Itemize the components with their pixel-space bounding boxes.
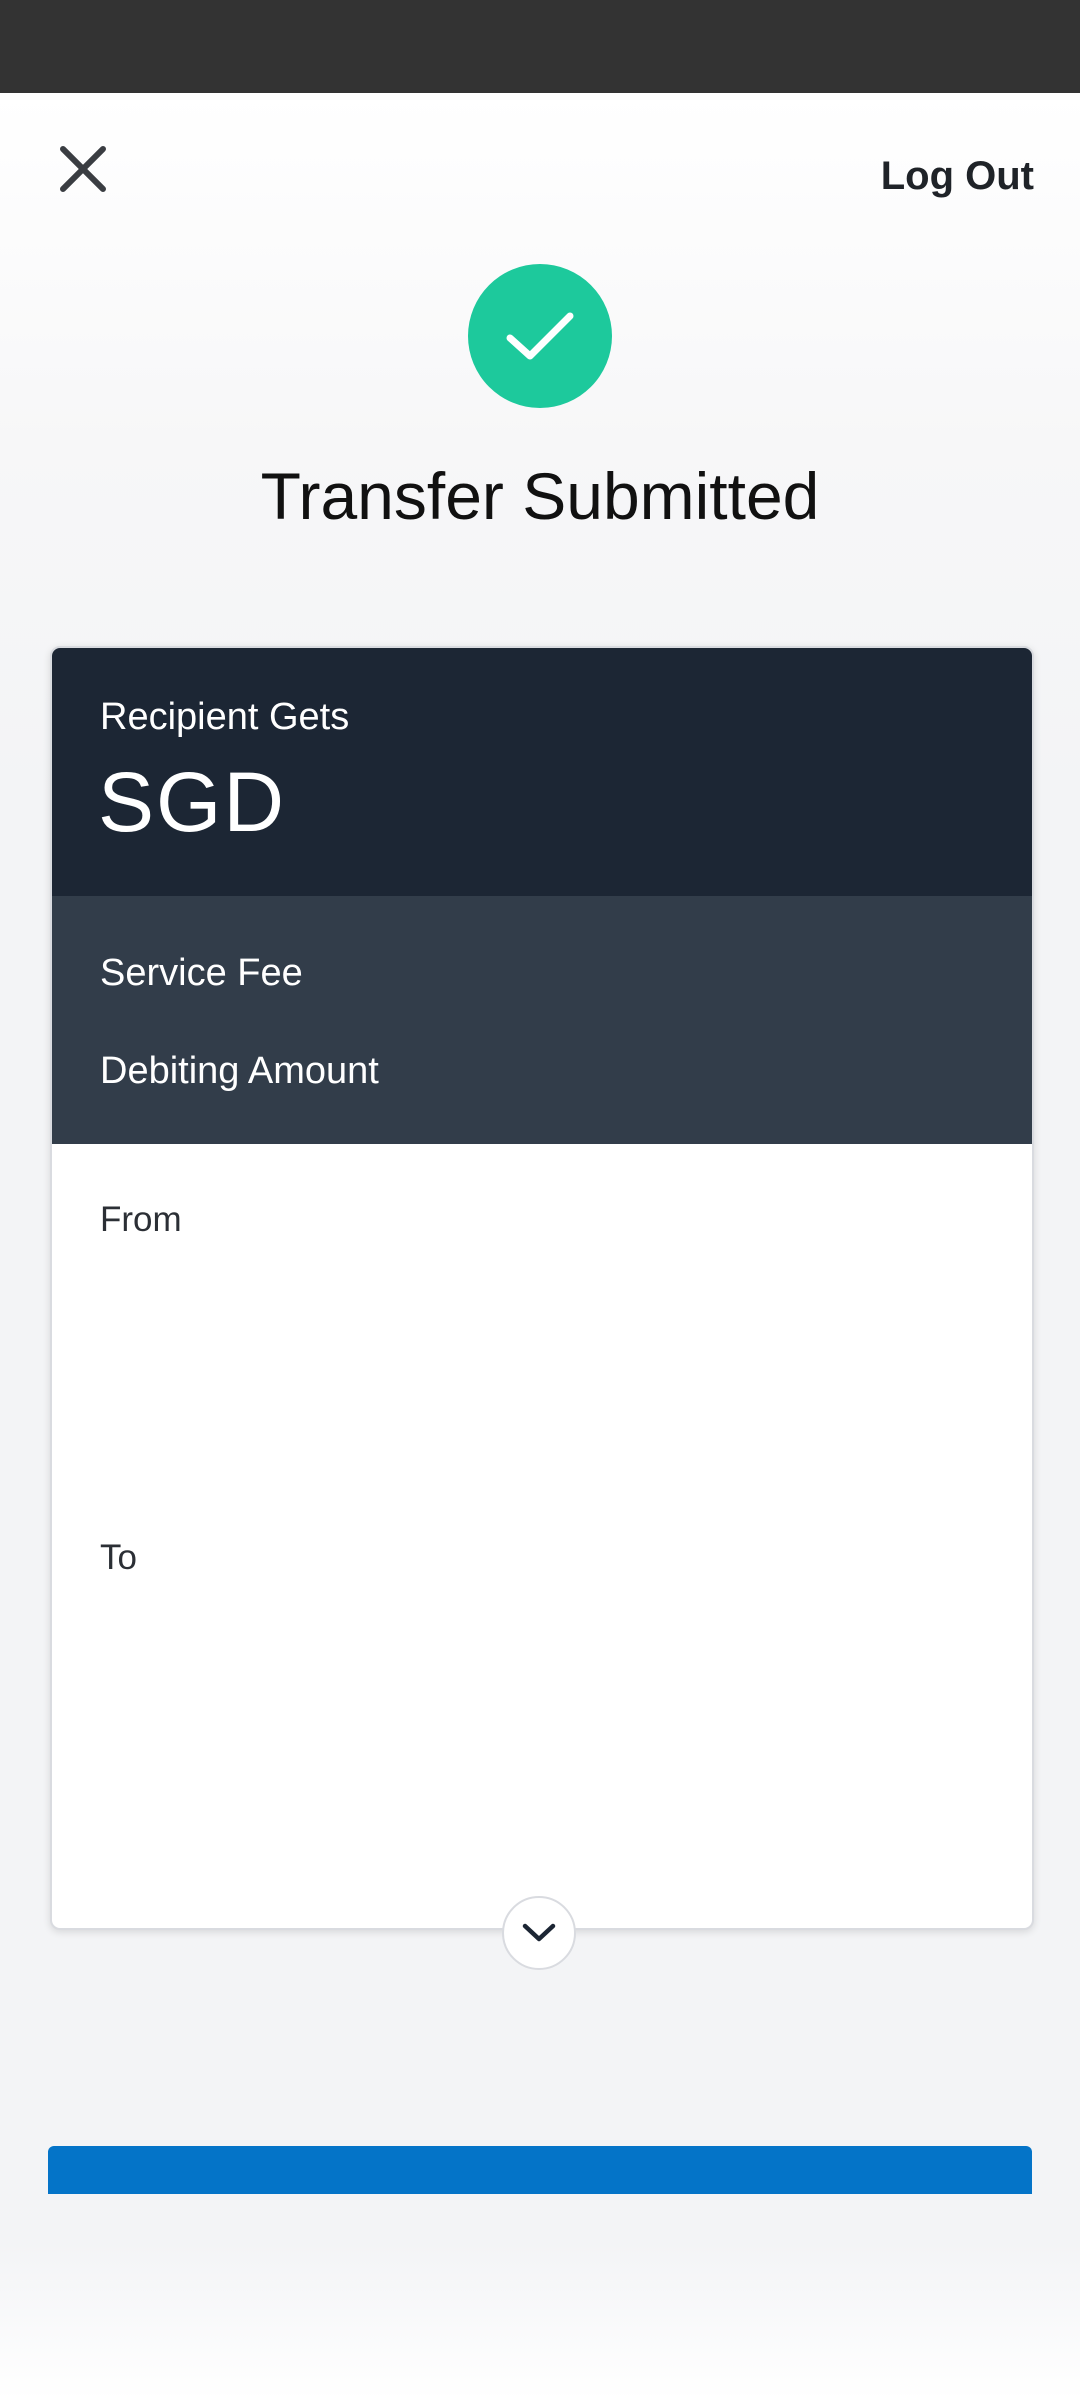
from-label: From <box>100 1200 182 1239</box>
recipient-section: Recipient Gets SGD <box>52 648 1032 896</box>
transfer-summary-card: Recipient Gets SGD Service Fee Debiting … <box>50 646 1034 1930</box>
fees-section: Service Fee Debiting Amount <box>52 896 1032 1144</box>
recipient-gets-label: Recipient Gets <box>100 696 350 738</box>
chevron-down-icon <box>522 1923 556 1942</box>
success-badge <box>468 264 612 408</box>
recipient-currency: SGD <box>98 755 287 849</box>
checkmark-icon <box>506 312 574 360</box>
page-title: Transfer Submitted <box>260 459 820 533</box>
status-bar <box>0 0 1080 93</box>
close-button[interactable] <box>46 132 120 206</box>
logout-button[interactable]: Log Out <box>881 154 1034 199</box>
primary-action-button[interactable] <box>48 2146 1032 2194</box>
debiting-amount-label: Debiting Amount <box>100 1050 379 1092</box>
service-fee-label: Service Fee <box>100 952 303 994</box>
close-icon <box>60 146 106 192</box>
expand-details-button[interactable] <box>502 1896 576 1970</box>
to-label: To <box>100 1538 137 1577</box>
